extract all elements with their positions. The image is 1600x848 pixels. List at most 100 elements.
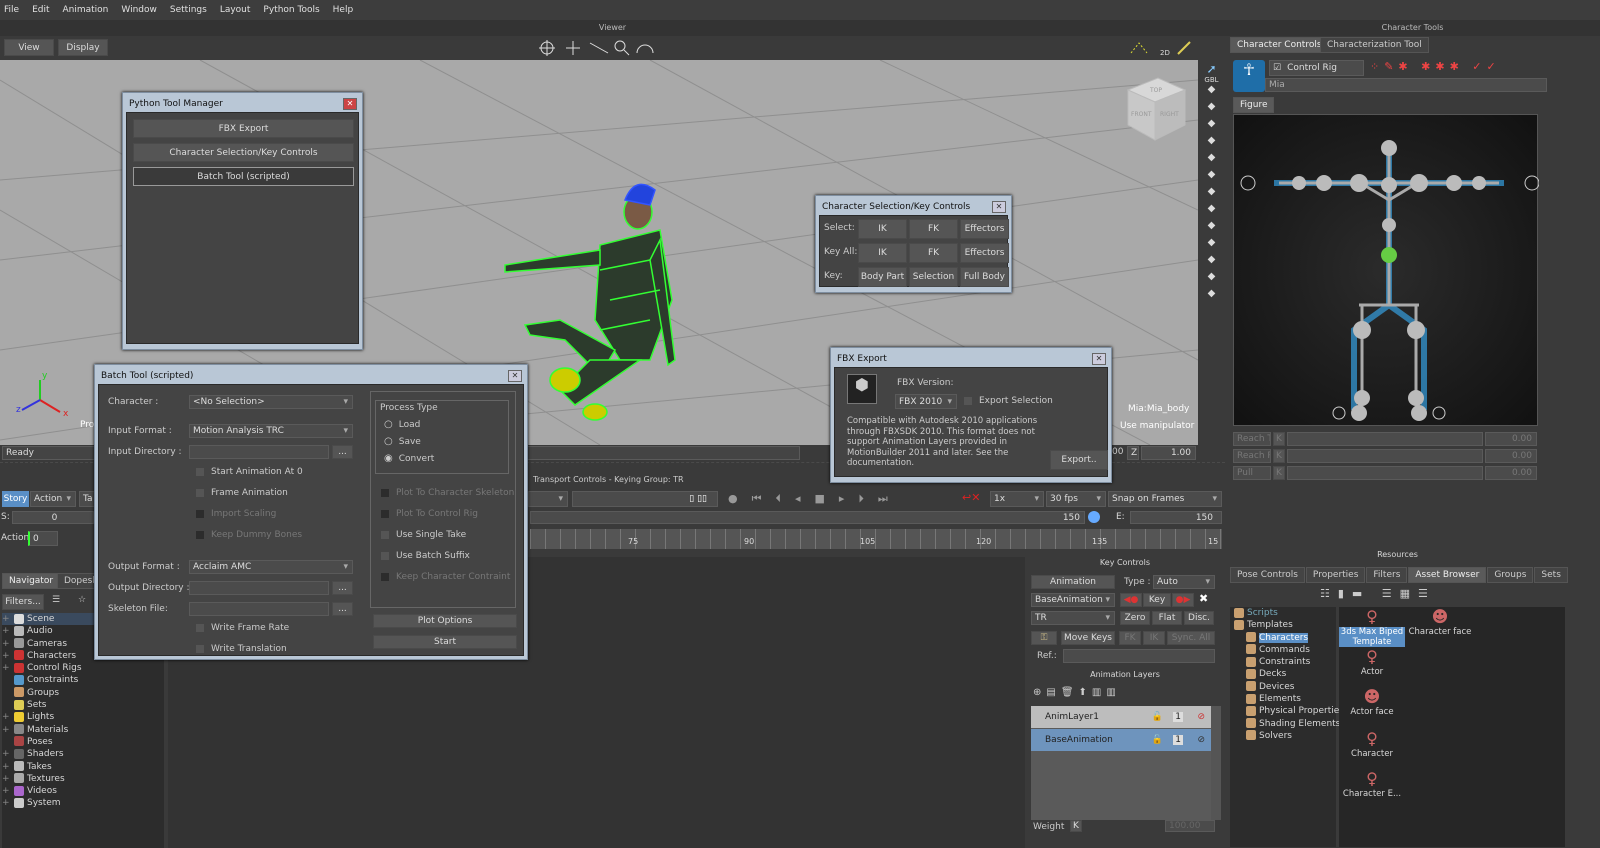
checkbox-box[interactable] xyxy=(195,488,205,498)
start-frame-field[interactable]: 0 xyxy=(12,511,94,524)
tab-character-controls[interactable]: Character Controls xyxy=(1230,37,1329,53)
take-tab[interactable]: Ta xyxy=(79,491,95,507)
timeline-ruler[interactable]: 75 90 105 120 135 15 xyxy=(530,529,1222,549)
checkbox-box[interactable] xyxy=(195,530,205,540)
input-directory-field[interactable] xyxy=(189,445,329,459)
box-tool-icon[interactable]: ◆ xyxy=(1198,288,1225,305)
right-option-checkbox[interactable]: Plot To Control Rig xyxy=(380,509,478,519)
navigator-item[interactable]: + Materials xyxy=(2,724,164,736)
character-rig-figure[interactable] xyxy=(1234,115,1540,427)
menu-help[interactable]: Help xyxy=(333,5,354,15)
tab-pose-controls[interactable]: Pose Controls xyxy=(1230,567,1305,583)
close-icon[interactable]: ✕ xyxy=(992,201,1006,213)
output-directory-field[interactable] xyxy=(189,581,329,595)
link-tool-icon[interactable]: ◆ xyxy=(1198,254,1225,271)
navigator-item[interactable]: Sets xyxy=(2,699,164,711)
process-type-radio[interactable]: ○ Load xyxy=(384,419,420,430)
char-sel-button[interactable]: Effectors xyxy=(960,243,1009,263)
checkbox-box[interactable] xyxy=(380,551,390,561)
solo-icon[interactable]: 1 xyxy=(1173,712,1183,722)
ref-field[interactable] xyxy=(1063,649,1215,663)
right-option-checkbox[interactable]: Use Batch Suffix xyxy=(380,551,470,561)
action-clip[interactable]: 0 xyxy=(28,531,58,546)
asset-grid[interactable]: ♀ 3ds Max Biped Template ☻ Character face ♀ A… xyxy=(1339,607,1565,847)
expand-icon[interactable]: + xyxy=(2,662,14,674)
asset-folder[interactable]: Elements xyxy=(1234,693,1336,705)
expand-icon[interactable]: + xyxy=(2,761,14,773)
asset-folder[interactable]: Commands xyxy=(1234,644,1336,656)
asset-folder[interactable]: Constraints xyxy=(1234,656,1336,668)
input-directory-browse[interactable]: ... xyxy=(332,445,353,459)
char-sel-button[interactable]: IK xyxy=(858,243,907,263)
left-option-checkbox[interactable]: Start Animation At 0 xyxy=(195,467,303,477)
asset-folder[interactable]: Templates xyxy=(1234,619,1336,631)
menu-window[interactable]: Window xyxy=(121,5,157,15)
char-sel-button[interactable]: FK xyxy=(909,219,958,239)
checkbox-box[interactable] xyxy=(380,572,390,582)
skeleton-file-browse[interactable]: ... xyxy=(332,602,353,616)
navigator-item[interactable]: Groups xyxy=(2,687,164,699)
skeleton-file-field[interactable] xyxy=(189,602,329,616)
export-selection-checkbox[interactable]: Export Selection xyxy=(963,396,1053,406)
expand-icon[interactable]: + xyxy=(2,724,14,736)
zero-button[interactable]: Zero xyxy=(1120,611,1150,625)
left-option-checkbox[interactable]: Keep Dummy Bones xyxy=(195,530,302,540)
tab-navigator[interactable]: Navigator xyxy=(2,573,61,589)
expand-icon[interactable]: + xyxy=(2,797,14,809)
checkbox-box[interactable] xyxy=(195,509,205,519)
char-sel-button[interactable]: Full Body xyxy=(960,267,1009,287)
navigator-item[interactable]: + Textures xyxy=(2,773,164,785)
slider-value[interactable]: 0.00 xyxy=(1485,466,1537,480)
character-dropdown[interactable]: <No Selection> xyxy=(189,395,353,409)
sync-all-button[interactable]: Sync. All xyxy=(1167,631,1215,645)
cube-outline-tool-icon[interactable]: ◆ xyxy=(1198,169,1225,186)
list-view-icon[interactable]: ☰ xyxy=(52,595,60,605)
rig-display-icons[interactable]: ⁘✎✱ ✱✱✱ ✓✓ xyxy=(1370,60,1501,73)
close-icon[interactable]: ✕ xyxy=(343,98,357,110)
move-keys-button[interactable]: Move Keys xyxy=(1061,631,1115,645)
select-arrow-icon[interactable]: ➚ xyxy=(1198,62,1225,76)
slider-key-button[interactable]: K xyxy=(1273,449,1285,463)
navigator-item[interactable]: + System xyxy=(2,797,164,809)
timeline-handle[interactable] xyxy=(1088,511,1100,523)
ik-button[interactable]: IK xyxy=(1143,631,1165,645)
tab-filters[interactable]: Filters xyxy=(1366,567,1408,583)
checkbox-box[interactable] xyxy=(195,644,205,654)
animation-layer-row[interactable]: AnimLayer1 🔓 1 ⊘ xyxy=(1031,706,1211,728)
weight-key-button[interactable]: K xyxy=(1070,820,1082,832)
lock-icon[interactable]: 🔓 xyxy=(1152,712,1163,722)
start-button[interactable]: Start xyxy=(373,635,517,649)
navigator-item[interactable]: + Shaders xyxy=(2,748,164,760)
bottom-option-checkbox[interactable]: Write Frame Rate xyxy=(195,623,289,633)
slider-track[interactable] xyxy=(1287,466,1483,480)
lock-icon[interactable]: 🔓 xyxy=(1152,735,1163,745)
fbx-version-dropdown[interactable]: FBX 2010 xyxy=(895,394,957,409)
tab-story[interactable]: Story xyxy=(2,491,29,507)
key-button[interactable]: Key xyxy=(1143,593,1171,607)
left-option-checkbox[interactable]: Import Scaling xyxy=(195,509,276,519)
transport-dropdown[interactable] xyxy=(528,491,568,507)
right-option-checkbox[interactable]: Plot To Character Skeleton xyxy=(380,488,514,498)
weight-field[interactable]: 100.00 xyxy=(1165,820,1215,832)
asset-item[interactable]: ☻ Actor face xyxy=(1339,687,1405,717)
action-dropdown[interactable]: Action xyxy=(30,491,76,507)
expand-icon[interactable]: + xyxy=(2,711,14,723)
asset-folder[interactable]: Physical Properties xyxy=(1234,705,1344,717)
view-cube[interactable]: TOP FRONT RIGHT xyxy=(1126,77,1187,141)
z-value-field[interactable]: 1.00 xyxy=(1141,446,1196,460)
asset-item[interactable]: ☻ Character face xyxy=(1407,607,1473,637)
tab-characterization-tool[interactable]: Characterization Tool xyxy=(1320,37,1429,53)
checkbox-box[interactable] xyxy=(195,467,205,477)
display-menu-button[interactable]: Display xyxy=(58,39,108,56)
sphere-tool-icon[interactable]: ◆ xyxy=(1198,220,1225,237)
char-sel-button[interactable]: Effectors xyxy=(960,219,1009,239)
view-mode-tools[interactable]: 2D xyxy=(1128,38,1198,58)
tab-figure[interactable]: Figure xyxy=(1233,97,1275,113)
character-selector-icon[interactable]: ☥ xyxy=(1233,60,1265,92)
asset-item[interactable]: ♀ Actor xyxy=(1339,647,1405,677)
animation-layer-row[interactable]: BaseAnimation 🔓 1 ⊘ xyxy=(1031,729,1211,751)
radio-icon[interactable]: ○ xyxy=(384,419,393,430)
expand-icon[interactable]: + xyxy=(2,625,14,637)
layers-list[interactable]: AnimLayer1 🔓 1 ⊘ BaseAnimation 🔓 1 ⊘ xyxy=(1031,706,1211,820)
tab-asset-browser[interactable]: Asset Browser xyxy=(1408,567,1487,583)
